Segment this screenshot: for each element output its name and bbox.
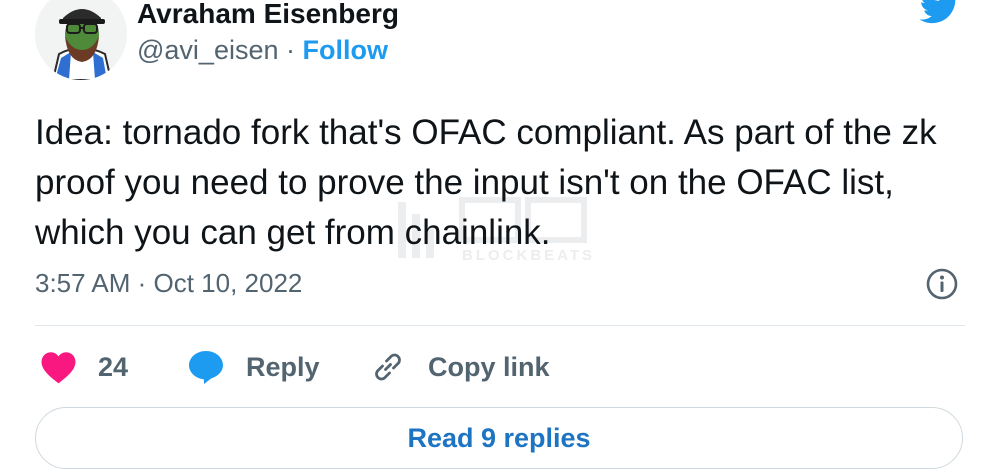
like-count: 24 [98,351,129,382]
reply-label: Reply [246,351,320,382]
author-name[interactable]: Avraham Eisenberg [137,0,399,30]
copy-link-button[interactable]: Copy link [370,349,550,385]
like-button[interactable]: 24 [40,349,128,385]
handle-separator: · [286,35,296,65]
author-handle[interactable]: @avi_eisen [137,35,279,65]
heart-icon [41,352,76,384]
avatar[interactable] [35,0,127,80]
speech-bubble-icon [189,351,223,384]
tweet-timestamp[interactable]: 3:57 AM · Oct 10, 2022 [35,268,302,299]
tweet-text: Idea: tornado fork that's OFAC compliant… [35,113,937,252]
copy-link-label: Copy link [428,351,550,382]
avatar-illustration [35,0,127,80]
author-handle-row: @avi_eisen · Follow [137,35,388,66]
info-icon[interactable] [925,267,959,301]
follow-button[interactable]: Follow [303,35,388,65]
divider [35,325,965,326]
link-icon [375,353,401,381]
twitter-bird-icon[interactable] [916,0,962,28]
reply-button[interactable]: Reply [187,349,320,385]
